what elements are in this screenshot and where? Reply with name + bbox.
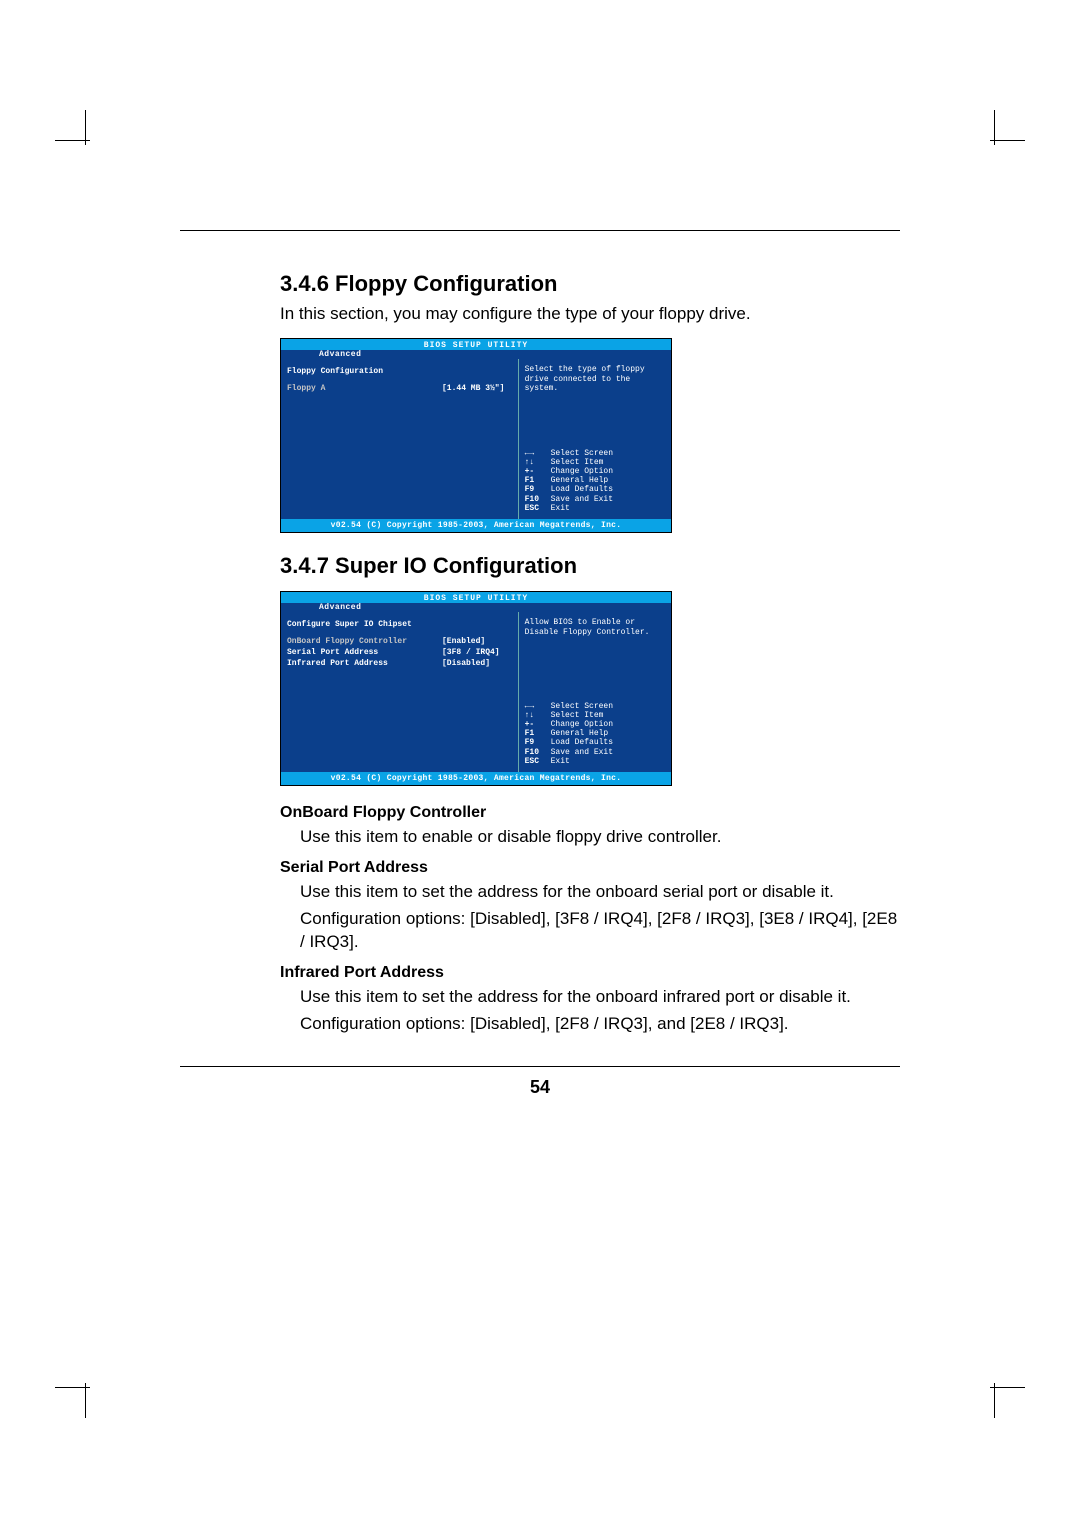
bios-setting-value: [3F8 / IRQ4]: [442, 648, 500, 657]
bios-setting-row: Floppy A [1.44 MB 3½"]: [287, 384, 512, 393]
bios-key-line: ↑↓Select Item: [525, 458, 665, 467]
top-rule: [180, 230, 900, 231]
bios-key-action: Save and Exit: [551, 495, 613, 504]
bios-key-action: Select Item: [551, 711, 604, 720]
crop-mark: [994, 1383, 995, 1418]
bios-setting-row: OnBoard Floppy Controller [Enabled]: [287, 637, 512, 646]
bios-setting-value: [1.44 MB 3½"]: [442, 384, 504, 393]
bios-key-action: Select Screen: [551, 449, 613, 458]
bios-key-line: ↑↓Select Item: [525, 711, 665, 720]
bios-key-line: ←→Select Screen: [525, 449, 665, 458]
bios-key-action: Change Option: [551, 720, 613, 729]
page-number: 54: [180, 1077, 900, 1098]
section-heading-floppy: 3.4.6 Floppy Configuration: [280, 271, 900, 297]
option-desc-infrared-2: Configuration options: [Disabled], [2F8 …: [300, 1013, 900, 1036]
bios-key-line: +-Change Option: [525, 467, 665, 476]
bios-key-action: Load Defaults: [551, 738, 613, 747]
bios-key: F1: [525, 476, 551, 485]
bios-tab-advanced: Advanced: [281, 350, 671, 359]
bios-key-line: F10Save and Exit: [525, 748, 665, 757]
crop-mark: [990, 1387, 1025, 1388]
bios-key-action: General Help: [551, 729, 609, 738]
bios-key-action: Save and Exit: [551, 748, 613, 757]
option-desc-serial-2: Configuration options: [Disabled], [3F8 …: [300, 908, 900, 954]
option-desc-onboard: Use this item to enable or disable flopp…: [300, 826, 900, 849]
bios-key-action: Select Item: [551, 458, 604, 467]
bottom-rule: [180, 1066, 900, 1067]
bios-key-line: F9Load Defaults: [525, 738, 665, 747]
bios-panel-title: Configure Super IO Chipset: [287, 620, 512, 629]
page-content: 3.4.6 Floppy Configuration In this secti…: [180, 230, 900, 1098]
option-label-serial: Serial Port Address: [280, 859, 900, 877]
bios-key-help: ←→Select Screen↑↓Select Item+-Change Opt…: [525, 449, 665, 513]
bios-key-action: General Help: [551, 476, 609, 485]
bios-panel-title: Floppy Configuration: [287, 367, 512, 376]
bios-key: +-: [525, 720, 551, 729]
bios-setting-value: [Enabled]: [442, 637, 485, 646]
bios-help-text: Select the type of floppy drive connecte…: [525, 365, 665, 394]
bios-key-line: F10Save and Exit: [525, 495, 665, 504]
crop-mark: [85, 1383, 86, 1418]
option-desc-serial-1: Use this item to set the address for the…: [300, 881, 900, 904]
bios-setting-value: [Disabled]: [442, 659, 490, 668]
bios-key: F10: [525, 748, 551, 757]
bios-key: ESC: [525, 504, 551, 513]
bios-screenshot-superio: BIOS SETUP UTILITY Advanced Configure Su…: [280, 591, 672, 786]
bios-key: F9: [525, 485, 551, 494]
bios-key-action: Exit: [551, 757, 570, 766]
option-desc-infrared-1: Use this item to set the address for the…: [300, 986, 900, 1009]
bios-setting-name: Serial Port Address: [287, 648, 422, 657]
bios-key-action: Exit: [551, 504, 570, 513]
bios-title: BIOS SETUP UTILITY: [281, 592, 671, 603]
section-intro-floppy: In this section, you may configure the t…: [280, 303, 900, 326]
bios-setting-name: OnBoard Floppy Controller: [287, 637, 422, 646]
bios-setting-row: Infrared Port Address [Disabled]: [287, 659, 512, 668]
bios-left-panel: Floppy Configuration Floppy A [1.44 MB 3½…: [281, 359, 518, 519]
bios-key: ↑↓: [525, 458, 551, 467]
bios-left-panel: Configure Super IO Chipset OnBoard Flopp…: [281, 612, 518, 772]
bios-key-action: Change Option: [551, 467, 613, 476]
bios-key-action: Load Defaults: [551, 485, 613, 494]
option-label-onboard: OnBoard Floppy Controller: [280, 804, 900, 822]
bios-key-action: Select Screen: [551, 702, 613, 711]
bios-help-text: Allow BIOS to Enable or Disable Floppy C…: [525, 618, 665, 637]
bios-right-panel: Allow BIOS to Enable or Disable Floppy C…: [518, 612, 671, 772]
bios-key: F1: [525, 729, 551, 738]
bios-key-line: +-Change Option: [525, 720, 665, 729]
bios-key: ↑↓: [525, 711, 551, 720]
bios-screenshot-floppy: BIOS SETUP UTILITY Advanced Floppy Confi…: [280, 338, 672, 533]
bios-key-line: ESCExit: [525, 504, 665, 513]
bios-setting-name: Floppy A: [287, 384, 422, 393]
bios-key-line: F1General Help: [525, 729, 665, 738]
bios-footer: v02.54 (C) Copyright 1985-2003, American…: [281, 772, 671, 785]
bios-setting-row: Serial Port Address [3F8 / IRQ4]: [287, 648, 512, 657]
crop-mark: [990, 140, 1025, 141]
bios-key: +-: [525, 467, 551, 476]
bios-key: F10: [525, 495, 551, 504]
bios-tab-advanced: Advanced: [281, 603, 671, 612]
bios-key: ESC: [525, 757, 551, 766]
option-label-infrared: Infrared Port Address: [280, 964, 900, 982]
bios-right-panel: Select the type of floppy drive connecte…: [518, 359, 671, 519]
bios-key-help: ←→Select Screen↑↓Select Item+-Change Opt…: [525, 702, 665, 766]
bios-title: BIOS SETUP UTILITY: [281, 339, 671, 350]
bios-setting-name: Infrared Port Address: [287, 659, 422, 668]
bios-key-line: F1General Help: [525, 476, 665, 485]
crop-mark: [994, 110, 995, 145]
bios-key: ←→: [525, 702, 551, 711]
section-heading-superio: 3.4.7 Super IO Configuration: [280, 553, 900, 579]
bios-key-line: ESCExit: [525, 757, 665, 766]
bios-key-line: ←→Select Screen: [525, 702, 665, 711]
crop-mark: [85, 110, 86, 145]
bios-key: F9: [525, 738, 551, 747]
bios-key-line: F9Load Defaults: [525, 485, 665, 494]
bios-key: ←→: [525, 449, 551, 458]
bios-footer: v02.54 (C) Copyright 1985-2003, American…: [281, 519, 671, 532]
